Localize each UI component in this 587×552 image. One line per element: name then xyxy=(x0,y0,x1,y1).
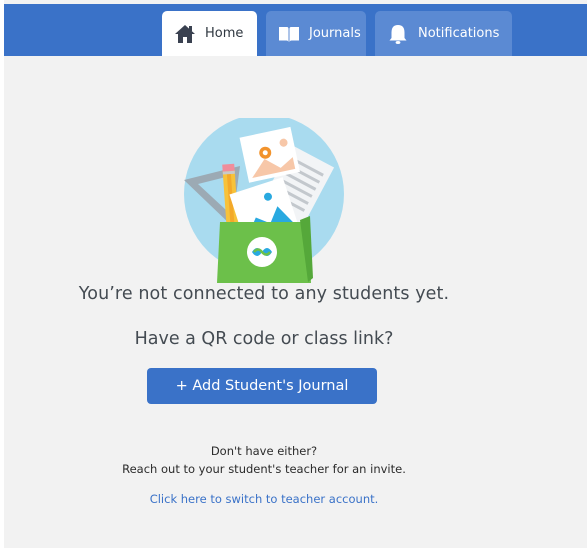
tab-home-label: Home xyxy=(205,26,244,41)
switch-to-teacher-link[interactable]: Click here to switch to teacher account. xyxy=(4,492,524,506)
help-text-line-2: Reach out to your student's teacher for … xyxy=(122,462,406,476)
tab-journals[interactable]: Journals xyxy=(266,11,366,56)
empty-state-headline: You’re not connected to any students yet… xyxy=(78,284,450,304)
book-icon xyxy=(278,23,300,45)
tab-notifications[interactable]: Notifications xyxy=(375,11,512,56)
tab-home[interactable]: Home xyxy=(162,11,257,56)
bell-icon xyxy=(387,23,409,45)
tab-journals-label: Journals xyxy=(309,26,361,41)
house-icon xyxy=(174,23,196,45)
help-text-line-1: Don't have either? xyxy=(210,444,318,458)
nav-tabs: Home Journals Notifications xyxy=(162,11,512,56)
empty-state-illustration xyxy=(174,114,354,283)
top-navigation-bar: Home Journals Notifications xyxy=(4,4,587,56)
add-student-journal-button[interactable]: + Add Student's Journal xyxy=(147,368,377,404)
qr-code-prompt: Have a QR code or class link? xyxy=(134,329,394,349)
app-frame: Home Journals Notifications You’re not c… xyxy=(4,0,587,548)
tab-notifications-label: Notifications xyxy=(418,26,500,41)
